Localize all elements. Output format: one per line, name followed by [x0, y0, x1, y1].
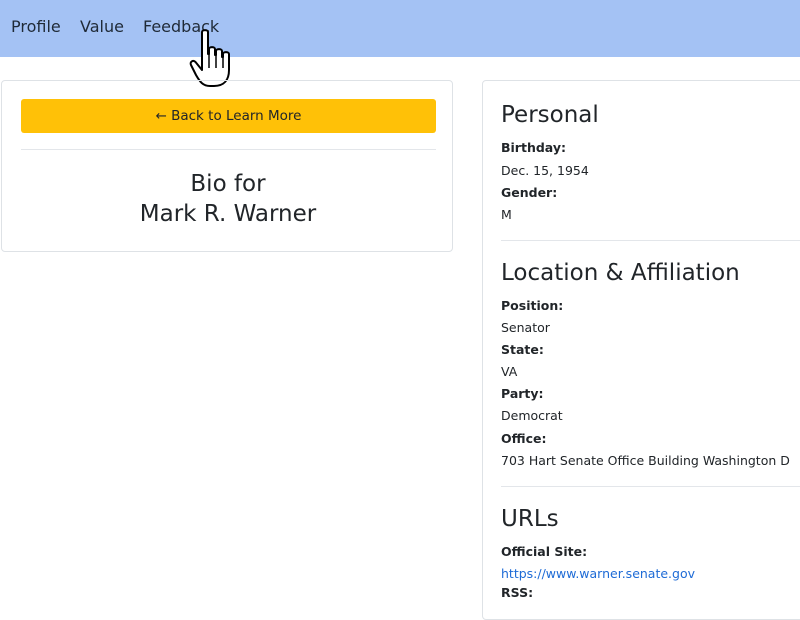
position-label: Position:	[501, 298, 564, 313]
divider	[501, 240, 800, 241]
gender-value: M	[501, 207, 512, 222]
nav-profile-link[interactable]: Profile	[11, 17, 61, 37]
bio-title-line1: Bio for	[190, 171, 266, 197]
nav-value-link[interactable]: Value	[80, 17, 124, 37]
office-label: Office:	[501, 431, 547, 446]
bio-title: Bio for Mark R. Warner	[2, 169, 454, 229]
position-value: Senator	[501, 320, 550, 335]
rss-label: RSS:	[501, 585, 534, 600]
gender-label: Gender:	[501, 185, 558, 200]
bio-title-name: Mark R. Warner	[139, 201, 317, 227]
top-navbar: Profile Value Feedback	[0, 0, 800, 57]
location-section-title: Location & Affiliation	[501, 260, 740, 286]
personal-section-title: Personal	[501, 102, 599, 128]
party-label: Party:	[501, 386, 544, 401]
state-label: State:	[501, 342, 544, 357]
official-site-link[interactable]: https://www.warner.senate.gov	[501, 566, 695, 582]
official-site-label: Official Site:	[501, 544, 588, 559]
party-value: Democrat	[501, 408, 563, 423]
state-value: VA	[501, 364, 518, 379]
divider	[501, 486, 800, 487]
urls-section-title: URLs	[501, 506, 559, 532]
bio-card: ← Back to Learn More Bio for Mark R. War…	[1, 80, 453, 252]
birthday-value: Dec. 15, 1954	[501, 163, 589, 178]
birthday-label: Birthday:	[501, 140, 566, 155]
office-value: 703 Hart Senate Office Building Washingt…	[501, 453, 790, 468]
divider	[21, 149, 436, 150]
back-to-learn-more-button[interactable]: ← Back to Learn More	[21, 99, 436, 133]
